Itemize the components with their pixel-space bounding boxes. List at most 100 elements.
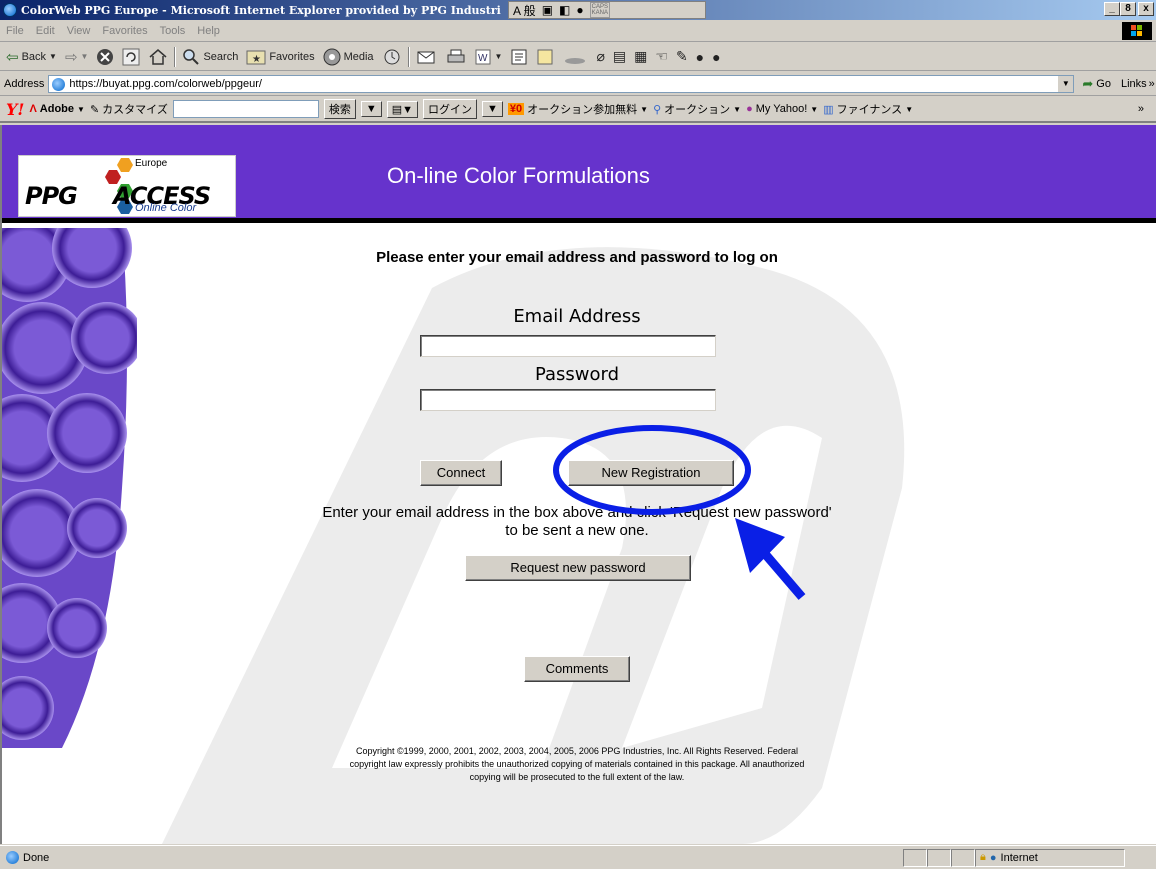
address-dropdown[interactable]: ▼	[1057, 75, 1074, 92]
zone-label: Internet	[1000, 851, 1038, 864]
yahoo-search-button[interactable]: 検索	[323, 99, 356, 119]
media-button[interactable]: Media	[321, 46, 376, 68]
yahoo-login-options[interactable]: ▼	[482, 101, 503, 117]
menu-tools[interactable]: Tools	[154, 25, 192, 37]
tool-button-3[interactable]: ▦	[632, 46, 649, 68]
menu-edit[interactable]: Edit	[30, 25, 61, 37]
yahoo-logo-icon[interactable]: Y!	[6, 100, 24, 119]
standard-toolbar: ⇦ Back ▼ ⇨ ▼ Search ★ Favorites Media W …	[0, 43, 1156, 71]
menu-help[interactable]: Help	[191, 25, 226, 37]
yahoo-search-options[interactable]: ▼	[360, 101, 382, 117]
tool-button-2[interactable]: ▤	[611, 46, 628, 68]
customize-button[interactable]: ✎ カスタマイズ	[90, 101, 168, 117]
my-yahoo-link[interactable]: ● My Yahoo! ▼	[746, 103, 818, 115]
adobe-button[interactable]: Λ Adobe ▼	[29, 103, 85, 115]
globe-icon: ●	[695, 48, 705, 65]
discuss-button[interactable]	[508, 46, 530, 68]
print-button[interactable]	[444, 46, 468, 68]
go-button[interactable]: ➦ Go	[1082, 76, 1111, 92]
chevron-down-icon: ▼	[733, 104, 742, 114]
ime-toolbar[interactable]: A 般 ▣ ◧ ● CAPS KANA	[508, 1, 706, 19]
pencil-icon: ✎	[675, 48, 688, 64]
clip-icon: ⌀	[596, 48, 605, 64]
search-button[interactable]: Search	[180, 46, 240, 68]
security-zone[interactable]: 🔒︎ ● Internet	[975, 848, 1125, 867]
edit-button[interactable]: W ▼	[472, 46, 505, 68]
chevron-down-icon: ▼	[810, 104, 819, 114]
tool-button-4[interactable]: ☜	[653, 46, 670, 68]
ime-dictionary-icon[interactable]: ▣	[542, 3, 553, 17]
home-button[interactable]	[146, 46, 170, 68]
status-text: Done	[23, 851, 50, 864]
ime-pad-icon[interactable]: ◧	[559, 3, 570, 17]
go-arrow-icon: ➦	[1082, 75, 1094, 91]
address-input[interactable]: https://buyat.ppg.com/colorweb/ppgeur/ ▼	[48, 74, 1075, 93]
close-button[interactable]: x	[1138, 2, 1154, 16]
minimize-button[interactable]: _	[1104, 2, 1120, 16]
lock-icon: 🔒︎	[980, 851, 986, 863]
title-bar: ColorWeb PPG Europe - Microsoft Internet…	[0, 0, 1156, 20]
windows-logo-icon	[1122, 22, 1152, 40]
messenger-button[interactable]	[560, 46, 590, 68]
menu-bar: File Edit View Favorites Tools Help	[0, 20, 1156, 42]
ime-help-icon[interactable]: ●	[576, 3, 583, 17]
go-label: Go	[1096, 77, 1111, 90]
tool-button-1[interactable]: ⌀	[594, 46, 606, 68]
my-yahoo-label: My Yahoo!	[755, 103, 808, 115]
chevron-down-icon: ▼	[77, 104, 85, 114]
maximize-button[interactable]: 8	[1120, 2, 1136, 16]
tool-button-6[interactable]: ●	[694, 46, 706, 68]
auction-free-label: オークション参加無料	[527, 104, 638, 116]
address-url: https://buyat.ppg.com/colorweb/ppgeur/	[69, 77, 262, 90]
customize-label: カスタマイズ	[102, 104, 168, 116]
auction-link[interactable]: ⚲ オークション ▼	[653, 101, 741, 117]
auction-free-link[interactable]: ¥0 オークション参加無料 ▼	[507, 101, 648, 117]
chevron-down-icon: ▼	[494, 52, 503, 61]
tool-button-5[interactable]: ✎	[674, 46, 690, 68]
stop-button[interactable]	[94, 46, 116, 68]
finance-link[interactable]: ▥ ファイナンス ▼	[823, 101, 913, 117]
menu-file[interactable]: File	[0, 25, 30, 37]
media-label: Media	[343, 50, 374, 63]
window-title: ColorWeb PPG Europe - Microsoft Internet…	[21, 3, 501, 17]
yahoo-more-button[interactable]: »	[1138, 103, 1144, 115]
back-label: Back	[21, 50, 47, 63]
favorites-icon: ★	[246, 50, 266, 65]
pointer-arrow-icon	[735, 518, 806, 600]
history-button[interactable]	[380, 46, 404, 68]
refresh-button[interactable]	[120, 46, 142, 68]
adobe-label: Adobe	[39, 103, 75, 115]
calc-icon: ▤	[612, 48, 627, 64]
pencil-icon: ✎	[89, 103, 100, 116]
refresh-icon	[122, 48, 140, 65]
globe-icon: ●	[989, 851, 997, 864]
chevron-right-icon[interactable]: »	[1149, 78, 1155, 90]
yahoo-layout-button[interactable]: ▤▼	[386, 100, 419, 118]
stop-icon	[97, 48, 114, 65]
favorites-button[interactable]: ★ Favorites	[244, 46, 316, 68]
svg-text:★: ★	[252, 54, 261, 65]
research-button[interactable]	[534, 46, 556, 68]
yahoo-search-input[interactable]	[172, 100, 319, 118]
tool-button-7[interactable]: ●	[710, 46, 722, 68]
status-pane	[903, 848, 927, 867]
toolbar-separator	[174, 46, 177, 67]
menu-view[interactable]: View	[61, 25, 97, 37]
messenger-icon	[565, 57, 586, 64]
adobe-icon: Λ	[29, 103, 37, 115]
globe-icon: ●	[712, 48, 721, 65]
yahoo-login-button[interactable]: ログイン	[423, 99, 478, 119]
notes-icon: ▦	[634, 48, 648, 64]
links-button[interactable]: Links	[1121, 78, 1147, 90]
ime-mode-icon[interactable]: A 般	[513, 2, 536, 19]
chevron-down-icon: ▼	[80, 52, 89, 61]
address-bar: Address https://buyat.ppg.com/colorweb/p…	[0, 72, 1156, 96]
status-pane	[951, 848, 975, 867]
finance-label: ファイナンス	[836, 104, 903, 116]
search-label: Search	[203, 50, 239, 63]
menu-favorites[interactable]: Favorites	[96, 25, 153, 37]
mail-button[interactable]	[414, 46, 440, 68]
back-button[interactable]: ⇦ Back ▼	[4, 46, 59, 68]
forward-button[interactable]: ⇨ ▼	[63, 46, 91, 68]
yen-icon: ¥0	[507, 103, 525, 115]
